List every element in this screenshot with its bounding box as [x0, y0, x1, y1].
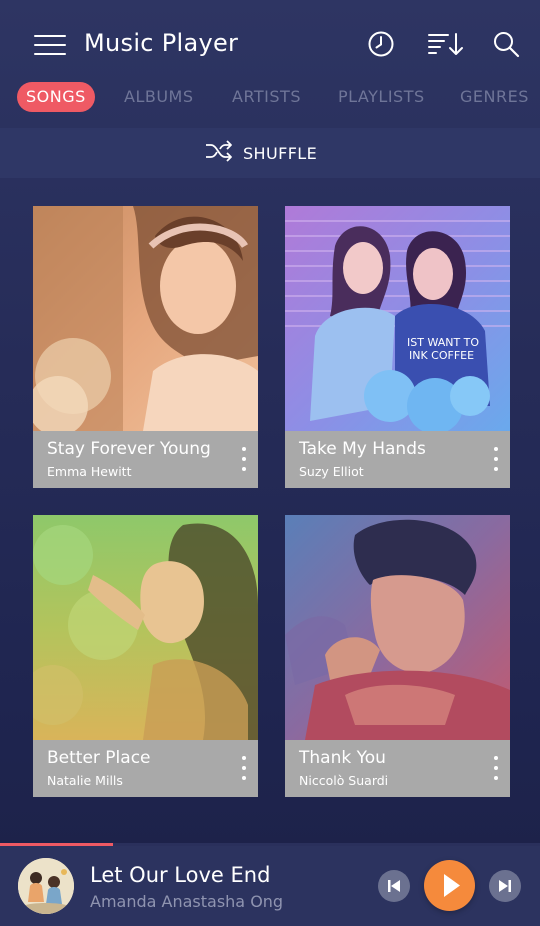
category-tabs: SONGS ALBUMS ARTISTS PLAYLISTS GENRES: [0, 80, 540, 116]
skip-previous-icon: [388, 880, 400, 892]
song-card[interactable]: Better Place Natalie Mills: [33, 515, 258, 797]
song-artist: Niccolò Suardi: [299, 773, 389, 788]
clock-icon[interactable]: [367, 30, 395, 58]
play-button[interactable]: [424, 860, 475, 911]
tab-playlists[interactable]: PLAYLISTS: [338, 82, 425, 112]
more-options-icon[interactable]: [490, 445, 502, 473]
skip-next-icon: [499, 880, 511, 892]
song-title: Stay Forever Young: [47, 439, 211, 459]
album-art: IST WANT TO INK COFFEE: [285, 206, 510, 431]
more-options-icon[interactable]: [238, 754, 250, 782]
song-card[interactable]: Stay Forever Young Emma Hewitt: [33, 206, 258, 488]
tab-artists[interactable]: ARTISTS: [232, 82, 301, 112]
shuffle-button[interactable]: SHUFFLE: [205, 140, 318, 166]
shuffle-icon: [205, 140, 233, 166]
card-footer: Take My Hands Suzy Elliot: [285, 431, 510, 488]
card-footer: Stay Forever Young Emma Hewitt: [33, 431, 258, 488]
song-artist: Suzy Elliot: [299, 464, 364, 479]
more-options-icon[interactable]: [238, 445, 250, 473]
song-artist: Emma Hewitt: [47, 464, 132, 479]
now-playing-art[interactable]: [18, 858, 74, 914]
album-art: [285, 515, 510, 740]
now-playing-bar: Let Our Love End Amanda Anastasha Ong: [0, 846, 540, 926]
more-options-icon[interactable]: [490, 754, 502, 782]
song-artist: Natalie Mills: [47, 773, 123, 788]
card-footer: Better Place Natalie Mills: [33, 740, 258, 797]
play-icon: [444, 874, 460, 897]
tab-genres[interactable]: GENRES: [460, 82, 529, 112]
search-icon[interactable]: [492, 30, 520, 58]
app-header: Music Player SONGS ALBUMS ARTISTS PLAYLI…: [0, 0, 540, 128]
menu-icon[interactable]: [34, 33, 66, 57]
song-card[interactable]: IST WANT TO INK COFFEE Take My Hands Suz…: [285, 206, 510, 488]
album-art: [33, 206, 258, 431]
song-title: Take My Hands: [299, 439, 426, 459]
song-title: Better Place: [47, 748, 151, 768]
next-button[interactable]: [489, 870, 521, 902]
card-footer: Thank You Niccolò Suardi: [285, 740, 510, 797]
now-playing-title: Let Our Love End: [90, 863, 271, 887]
song-title: Thank You: [299, 748, 386, 768]
tab-albums[interactable]: ALBUMS: [124, 82, 194, 112]
svg-text:INK COFFEE: INK COFFEE: [409, 349, 474, 362]
now-playing-artist: Amanda Anastasha Ong: [90, 892, 284, 911]
sort-icon[interactable]: [428, 30, 464, 58]
shuffle-label: SHUFFLE: [243, 143, 318, 163]
shuffle-bar: SHUFFLE: [0, 128, 540, 178]
svg-text:IST WANT TO: IST WANT TO: [407, 336, 479, 349]
album-art: [33, 515, 258, 740]
app-title: Music Player: [84, 29, 239, 57]
song-card[interactable]: Thank You Niccolò Suardi: [285, 515, 510, 797]
previous-button[interactable]: [378, 870, 410, 902]
tab-songs[interactable]: SONGS: [17, 82, 95, 112]
